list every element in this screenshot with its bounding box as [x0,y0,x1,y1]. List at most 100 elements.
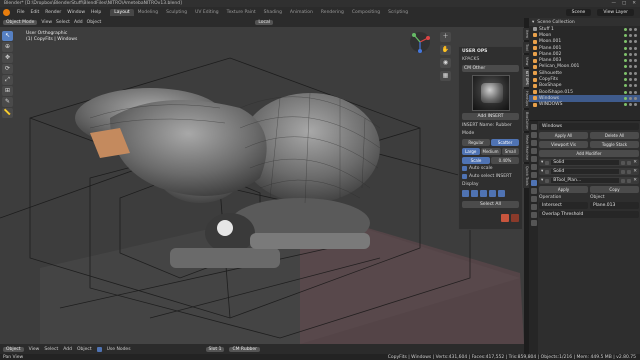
menu-window[interactable]: Window [64,10,88,15]
apply-button[interactable]: Apply [539,186,588,193]
visibility-eye-icon[interactable] [629,65,632,69]
render-camera-icon[interactable] [634,71,637,75]
view-menu[interactable]: View [41,20,52,25]
tab-boxcutter[interactable]: BoxCutter [523,109,529,132]
display-solid-icon[interactable] [462,190,469,197]
modifier-item[interactable]: ▾ Solid ✕ [539,159,639,166]
outliner-row[interactable]: Moon.001 [529,39,640,45]
render-camera-icon[interactable] [634,27,637,31]
output-icon[interactable] [530,140,537,146]
material-icon[interactable] [530,220,537,226]
tab-scripting[interactable]: Scripting [384,9,412,16]
tab-compositing[interactable]: Compositing [348,9,384,16]
measure-icon[interactable]: 📏 [2,108,13,118]
tab-shading[interactable]: Shading [260,9,286,16]
show-render-icon[interactable] [627,178,632,183]
annotate-icon[interactable]: ✎ [2,97,13,107]
visibility-eye-icon[interactable] [629,78,632,82]
modifier-name-field[interactable]: BTool_Plan... [551,178,620,183]
cursor-icon[interactable]: ⊕ [2,42,13,52]
display-bounds-icon[interactable] [480,190,487,197]
scene-icon[interactable] [530,156,537,162]
visibility-eye-icon[interactable] [629,59,632,63]
show-viewport-icon[interactable] [621,169,626,174]
modifier-icon[interactable] [624,103,627,107]
object-icon[interactable] [530,172,537,178]
toggle-stack-button[interactable]: Toggle Stack [590,141,639,148]
modifier-icon[interactable] [624,84,627,88]
visibility-eye-icon[interactable] [629,90,632,94]
tab-hardops[interactable]: HardOps [523,88,529,108]
slot-dropdown[interactable]: Slot 1 [205,346,225,352]
grid-icon[interactable]: ▦ [440,71,451,81]
tab-uv-editing[interactable]: UV Editing [191,9,222,16]
object-name-field[interactable]: Windows [539,123,639,130]
expand-chevron-icon[interactable]: ▾ [541,178,543,183]
scale-icon[interactable]: ⤢ [2,75,13,85]
bottom-object-menu[interactable]: Object [77,347,92,352]
visibility-eye-icon[interactable] [629,71,632,75]
expand-chevron-icon[interactable]: ▾ [541,160,543,165]
show-render-icon[interactable] [627,160,632,165]
auto-select-checkbox[interactable] [462,174,467,179]
modifier-icon[interactable] [624,33,627,37]
menu-file[interactable]: File [14,10,28,15]
orientation-dropdown[interactable]: Local [255,20,273,25]
auto-select-row[interactable]: Auto select INSERT [462,174,519,179]
auto-scale-checkbox[interactable] [462,166,467,171]
display-wire-icon[interactable] [471,190,478,197]
view-layer-icon[interactable] [530,148,537,154]
visibility-eye-icon[interactable] [629,27,632,31]
visibility-eye-icon[interactable] [629,33,632,37]
visibility-eye-icon[interactable] [629,103,632,107]
render-camera-icon[interactable] [634,65,637,69]
visibility-eye-icon[interactable] [629,40,632,44]
zoom-icon[interactable]: ＋ [440,32,451,42]
outliner-row[interactable]: CopyFits [529,76,640,82]
bottom-add-menu[interactable]: Add [63,347,72,352]
tab-sculpting[interactable]: Sculpting [162,9,191,16]
show-viewport-icon[interactable] [621,160,626,165]
outliner-row[interactable]: WINDOWS [529,102,640,108]
tab-layout[interactable]: Layout [110,9,134,16]
expand-chevron-icon[interactable]: ▾ [541,169,543,174]
tab-rendering[interactable]: Rendering [317,9,348,16]
modifier-item[interactable]: ▾ Solid ✕ [539,168,639,175]
visibility-eye-icon[interactable] [629,96,632,100]
bottom-select-menu[interactable]: Select [44,347,58,352]
physics-icon[interactable] [530,196,537,202]
blender-logo-icon[interactable] [3,9,10,16]
kitops-pro-icon[interactable] [501,214,509,222]
outliner-row[interactable]: Stuff 1 [529,26,640,32]
modifier-wrench-icon[interactable] [530,180,537,186]
cursor-select-icon[interactable]: ↖ [2,31,13,41]
visibility-eye-icon[interactable] [629,46,632,50]
show-render-icon[interactable] [627,169,632,174]
add-insert-button[interactable]: Add INSERT [462,113,519,120]
tab-animation[interactable]: Animation [286,9,317,16]
select-menu[interactable]: Select [56,20,70,25]
use-nodes-checkbox[interactable] [96,346,102,352]
render-camera-icon[interactable] [634,103,637,107]
constraints-icon[interactable] [530,204,537,210]
modifier-name-field[interactable]: Solid [551,160,620,165]
mode-scatter-button[interactable]: Scatter [491,139,519,146]
menu-render[interactable]: Render [42,10,64,15]
remove-modifier-icon[interactable]: ✕ [633,178,637,183]
outliner-row[interactable]: BoolShape.015 [529,89,640,95]
modifier-icon[interactable] [624,78,627,82]
tab-kitops[interactable]: KIT OPS [523,69,529,87]
tab-view[interactable]: View [523,54,529,68]
outliner-row[interactable]: Silhouette [529,70,640,76]
render-camera-icon[interactable] [634,33,637,37]
render-camera-icon[interactable] [634,40,637,44]
add-menu[interactable]: Add [74,20,83,25]
outliner-row[interactable]: BoxShape [529,83,640,89]
tab-mesh-machine[interactable]: Mesh Machine [523,133,529,163]
transform-icon[interactable]: ⊞ [2,86,13,96]
menu-help[interactable]: Help [88,10,104,15]
mode-regular-button[interactable]: Regular [462,139,490,146]
object-menu[interactable]: Object [87,20,102,25]
pan-hand-icon[interactable]: ✋ [440,45,451,55]
material-dropdown[interactable]: CM Other [462,65,519,72]
